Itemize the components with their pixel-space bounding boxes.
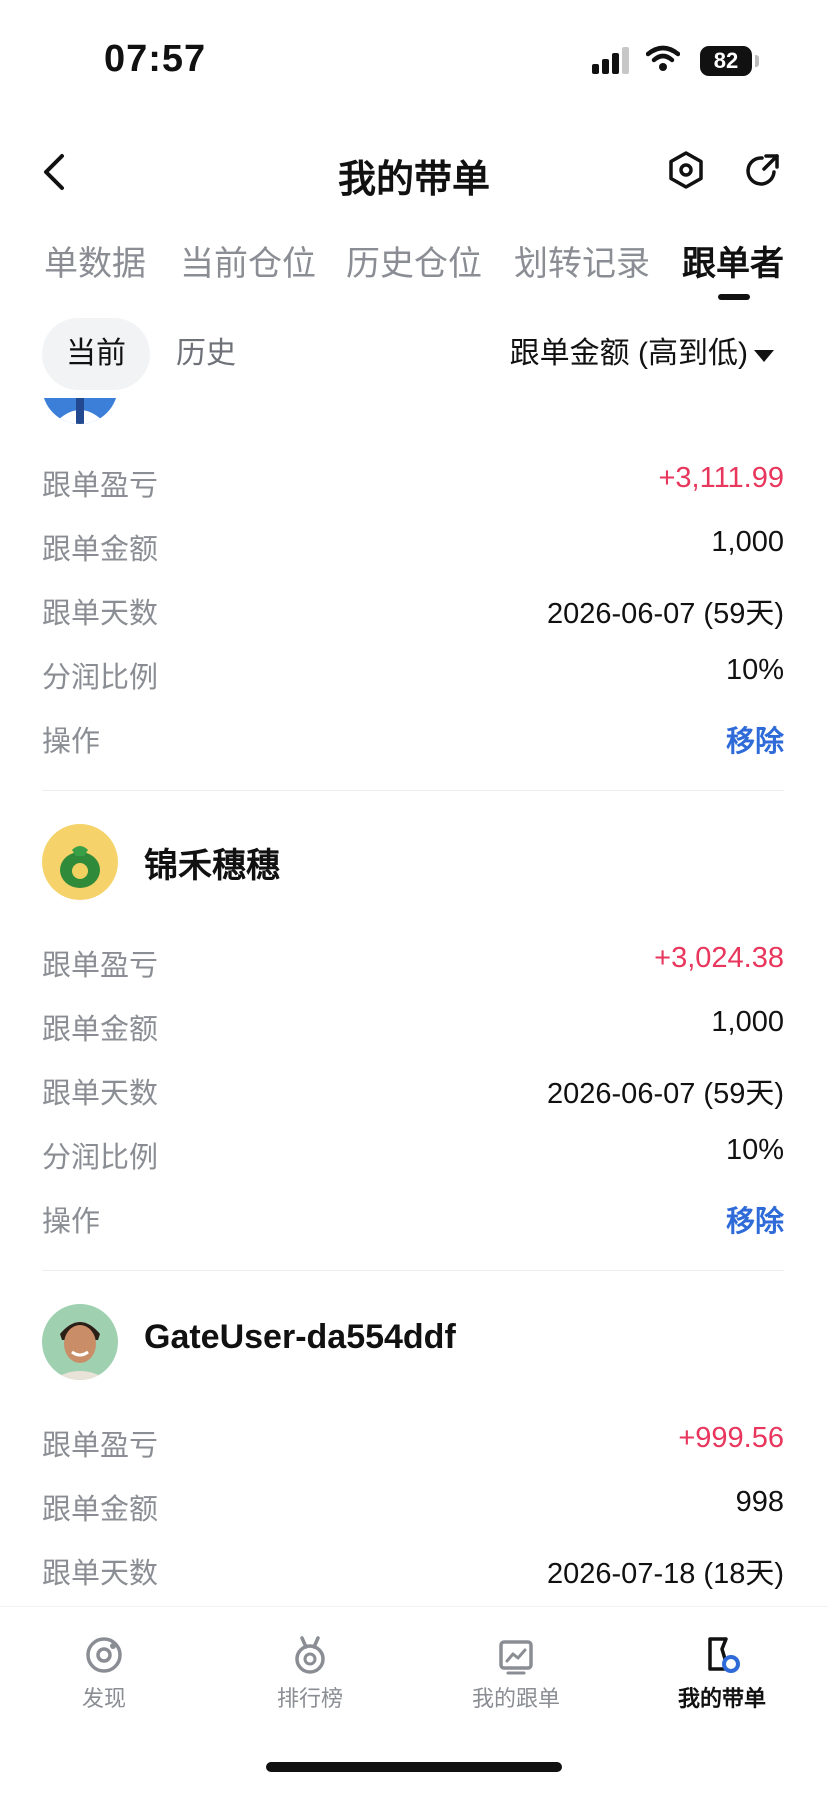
tab-current-positions[interactable]: 当前仓位 [180,236,316,285]
pnl-row: 跟单盈亏 +3,024.38 [42,928,784,992]
remove-button[interactable]: 移除 [726,1198,784,1240]
sort-dropdown[interactable]: 跟单金额 (高到低) [510,318,748,390]
row-label: 操作 [42,1206,101,1238]
nav-label: 我的跟单 [471,1686,560,1711]
share-ratio-value: 10% [725,654,784,686]
filter-current-button[interactable]: 当前 [42,318,150,390]
share-ratio-row: 分润比例 10% [42,640,784,704]
avatar [42,398,118,424]
home-indicator [266,1762,562,1772]
nav-leaderboard[interactable]: 排行榜 [240,1635,380,1713]
pnl-row: 跟单盈亏 +999.56 [42,1408,784,1472]
row-label: 跟单盈亏 [42,470,159,502]
discover-icon [86,1637,122,1673]
nav-my-lead-trades[interactable]: 我的带单 [652,1635,792,1713]
row-label: 分润比例 [42,662,159,694]
tab-transfer-records[interactable]: 划转记录 [514,236,650,285]
days-row: 跟单天数 2026-06-07 (59天) [42,1056,784,1120]
row-label: 分润比例 [42,1142,159,1174]
remove-button[interactable]: 移除 [726,718,784,760]
nav-my-copy-trades[interactable]: 我的跟单 [446,1635,586,1713]
pnl-row: 跟单盈亏 +3,111.99 [42,448,784,512]
header: 我的带单 [0,120,828,220]
amount-row: 跟单金额 1,000 [42,512,784,576]
wifi-icon [646,45,680,71]
avatar [42,824,118,900]
caret-down-icon[interactable] [754,350,774,362]
nav-label: 我的带单 [677,1686,766,1711]
action-row: 操作 移除 [42,1184,784,1248]
trader-name[interactable]: 锦禾穗穗 [144,838,280,887]
share-icon[interactable] [744,150,782,190]
tab-bar: 单数据 当前仓位 历史仓位 划转记录 跟单者 [0,230,828,310]
row-label: 跟单天数 [42,598,159,630]
nav-discover[interactable]: 发现 [34,1635,174,1713]
follower-list[interactable]: 跟单盈亏 +3,111.99 跟单金额 1,000 跟单天数 2026-06-07 (… [0,398,828,1598]
row-label: 跟单天数 [42,1078,159,1110]
tab-history-positions[interactable]: 历史仓位 [346,236,482,285]
filter-row: 当前 历史 跟单金额 (高到低) [0,318,828,398]
amount-value: 1,000 [711,526,784,558]
row-label: 跟单盈亏 [42,950,159,982]
nav-label: 发现 [81,1686,126,1711]
share-ratio-row: 分润比例 10% [42,1120,784,1184]
lead-icon [708,1637,740,1673]
nav-label: 排行榜 [276,1686,343,1711]
days-value: 2026-06-07 (59天) [547,1078,784,1110]
avatar [42,1304,118,1380]
chart-icon [499,1640,533,1675]
days-value: 2026-06-07 (59天) [547,598,784,630]
tab-indicator [718,294,750,300]
days-row: 跟单天数 2026-06-07 (59天) [42,576,784,640]
status-bar: 07:57 82 [0,0,828,120]
pnl-value: +3,024.38 [654,942,784,974]
divider [42,790,784,791]
status-time: 07:57 [104,38,207,80]
tab-followers[interactable]: 跟单者 [682,236,784,285]
amount-row: 跟单金额 998 [42,1472,784,1536]
row-label: 跟单天数 [42,1558,159,1590]
amount-value: 998 [735,1486,784,1518]
battery-icon: 82 [700,46,759,76]
amount-row: 跟单金额 1,000 [42,992,784,1056]
share-ratio-value: 10% [725,1134,784,1166]
pnl-value: +3,111.99 [658,462,784,494]
days-row: 跟单天数 2026-07-18 (18天) [42,1536,784,1598]
medal-icon [295,1636,325,1674]
row-label: 跟单金额 [42,1014,159,1046]
filter-history-button[interactable]: 历史 [176,318,236,390]
divider [42,1270,784,1271]
row-label: 跟单金额 [42,1494,159,1526]
row-label: 跟单金额 [42,534,159,566]
trader-name[interactable]: GateUser-da554ddf [144,1318,456,1357]
row-label: 跟单盈亏 [42,1430,159,1462]
row-label: 操作 [42,726,101,758]
tab-data[interactable]: 单数据 [44,236,146,285]
action-row: 操作 移除 [42,704,784,768]
amount-value: 1,000 [711,1006,784,1038]
settings-hexagon-icon[interactable] [668,150,704,190]
signal-icon [592,46,632,74]
days-value: 2026-07-18 (18天) [547,1558,784,1590]
pnl-value: +999.56 [678,1422,784,1454]
